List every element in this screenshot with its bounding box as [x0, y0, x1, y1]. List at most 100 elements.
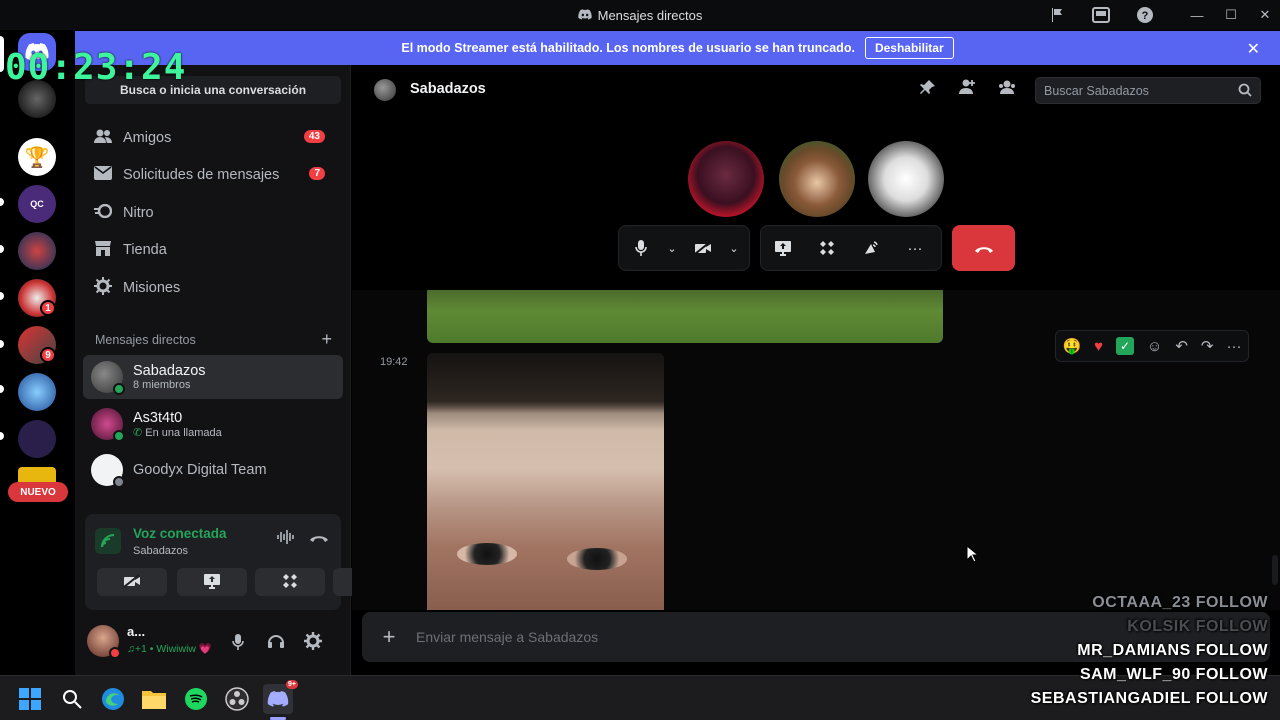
user-avatar — [91, 408, 125, 442]
activities-icon — [282, 573, 298, 592]
nav-shop[interactable]: Tienda — [85, 232, 341, 268]
emoji-heart-icon[interactable]: ♥ — [1094, 338, 1103, 355]
dm-item-as3t4t0[interactable]: As3t4t0 ✆ En una llamada — [83, 402, 343, 446]
server-trophy[interactable]: 🏆 — [18, 138, 56, 176]
emoji-check-icon[interactable]: ✓ — [1116, 337, 1135, 355]
channel-name: Sabadazos — [410, 81, 486, 97]
microphone-icon[interactable] — [232, 634, 244, 655]
pin-icon[interactable] — [920, 79, 936, 100]
server-craft[interactable]: QC — [18, 185, 56, 223]
screen-share-icon — [775, 241, 791, 256]
share-screen-button[interactable] — [177, 568, 247, 596]
message-hover-toolbar: 🤑 ♥ ✓ ☺ ↶ ↷ ··· — [1055, 330, 1249, 362]
chevron-down-icon[interactable]: ⌄ — [725, 225, 743, 271]
add-friends-icon[interactable] — [958, 79, 976, 100]
server-santa[interactable] — [18, 232, 56, 270]
soundboard-icon — [865, 241, 878, 254]
headphones-icon[interactable] — [267, 633, 285, 654]
nav-message-requests[interactable]: Solicitudes de mensajes 7 — [85, 157, 341, 193]
windows-start-icon[interactable] — [15, 684, 45, 714]
edge-browser-icon[interactable] — [98, 684, 128, 714]
close-window-icon[interactable]: ✕ — [1248, 0, 1280, 30]
mouse-cursor-icon — [966, 544, 980, 568]
activities-button[interactable] — [805, 225, 849, 271]
dm-subtitle: ✆ En una llamada — [133, 426, 222, 439]
user-avatar[interactable] — [87, 625, 121, 659]
settings-gear-icon[interactable] — [304, 632, 322, 655]
help-icon[interactable]: ? — [1128, 0, 1162, 30]
nav-nitro[interactable]: Nitro — [85, 195, 341, 231]
discord-taskbar-icon[interactable]: 9+ — [263, 680, 298, 714]
minimize-icon[interactable]: — — [1180, 0, 1214, 30]
screen-share-button[interactable] — [761, 225, 805, 271]
image-attachment[interactable] — [427, 290, 943, 343]
server-purple[interactable] — [18, 420, 56, 458]
new-badge[interactable]: NUEVO — [8, 482, 68, 502]
soundboard-button[interactable] — [849, 225, 893, 271]
image-attachment[interactable] — [427, 353, 664, 610]
more-options-icon[interactable]: ··· — [1226, 338, 1241, 355]
unread-pill — [0, 245, 4, 253]
search-icon — [1238, 83, 1252, 100]
channel-search-input[interactable]: Buscar Sabadazos — [1035, 77, 1261, 104]
dm-sidebar: Busca o inicia una conversación Amigos 4… — [75, 65, 403, 675]
streamer-mode-banner: El modo Streamer está habilitado. Los no… — [75, 31, 1280, 65]
flag-icon[interactable] — [1040, 0, 1074, 30]
dm-item-goodyx[interactable]: Goodyx Digital Team — [83, 448, 343, 492]
trophy-icon: 🏆 — [24, 146, 50, 169]
obs-icon[interactable] — [222, 684, 252, 714]
scrollbar[interactable] — [1272, 555, 1278, 585]
mention-badge: 9 — [40, 347, 56, 363]
members-icon[interactable] — [998, 79, 1016, 100]
attach-plus-icon[interactable]: + — [362, 624, 416, 650]
server-blue[interactable] — [18, 373, 56, 411]
nav-label: Tienda — [123, 242, 167, 258]
group-avatar — [91, 361, 125, 395]
call-participant-avatar[interactable] — [688, 141, 764, 217]
chevron-down-icon[interactable]: ⌄ — [663, 225, 681, 271]
nav-quests[interactable]: Misiones — [85, 270, 341, 306]
friends-count-badge: 43 — [303, 130, 325, 143]
nav-friends[interactable]: Amigos 43 — [85, 120, 341, 156]
create-dm-icon[interactable]: + — [321, 329, 332, 350]
forward-icon[interactable]: ↷ — [1201, 337, 1214, 355]
search-icon[interactable] — [57, 684, 87, 714]
mic-button[interactable] — [619, 225, 663, 271]
add-reaction-icon[interactable]: ☺ — [1147, 338, 1162, 355]
maximize-icon[interactable]: ☐ — [1214, 0, 1248, 30]
emoji-money-mouth-icon[interactable]: 🤑 — [1062, 337, 1081, 355]
close-banner-icon[interactable]: ✕ — [1247, 39, 1260, 59]
user-panel: a... ♫+1 • Wiwiwiw 💗 — [75, 614, 351, 672]
offline-status-dot — [113, 476, 125, 488]
dm-item-sabadazos[interactable]: Sabadazos 8 miembros — [83, 355, 343, 399]
camera-button[interactable] — [681, 225, 725, 271]
voice-status: Voz conectada — [133, 526, 227, 541]
disconnect-icon[interactable] — [309, 530, 329, 548]
call-participant-avatar[interactable] — [779, 141, 855, 217]
voice-channel[interactable]: Sabadazos — [133, 545, 188, 557]
spotify-icon[interactable] — [181, 684, 211, 714]
activities-button[interactable] — [255, 568, 325, 596]
dm-name: As3t4t0 — [133, 409, 183, 426]
username: a... — [127, 624, 146, 639]
camera-off-icon — [694, 241, 711, 255]
file-explorer-icon[interactable] — [139, 684, 169, 714]
more-options-icon[interactable]: ··· — [893, 225, 937, 271]
disable-streamer-button[interactable]: Deshabilitar — [864, 37, 954, 59]
hang-up-icon — [974, 247, 993, 253]
microphone-icon — [635, 240, 647, 256]
inbox-icon[interactable] — [1084, 0, 1118, 30]
banner-text: El modo Streamer está habilitado. Los no… — [401, 41, 855, 55]
dm-name: Sabadazos — [133, 363, 206, 379]
reply-icon[interactable]: ↶ — [1175, 337, 1188, 355]
signal-icon[interactable] — [95, 528, 121, 554]
nav-label: Nitro — [123, 205, 154, 221]
camera-toggle-button[interactable] — [97, 568, 167, 596]
soundwave-icon[interactable] — [277, 530, 295, 549]
call-participant-avatar[interactable] — [868, 141, 944, 217]
unread-pill — [0, 432, 4, 440]
eye-detail — [457, 543, 517, 565]
hang-up-button[interactable] — [952, 225, 1015, 271]
user-status: ♫+1 • Wiwiwiw 💗 — [127, 643, 213, 655]
follow-alert: KOLSIK FOLLOW — [1127, 618, 1268, 635]
